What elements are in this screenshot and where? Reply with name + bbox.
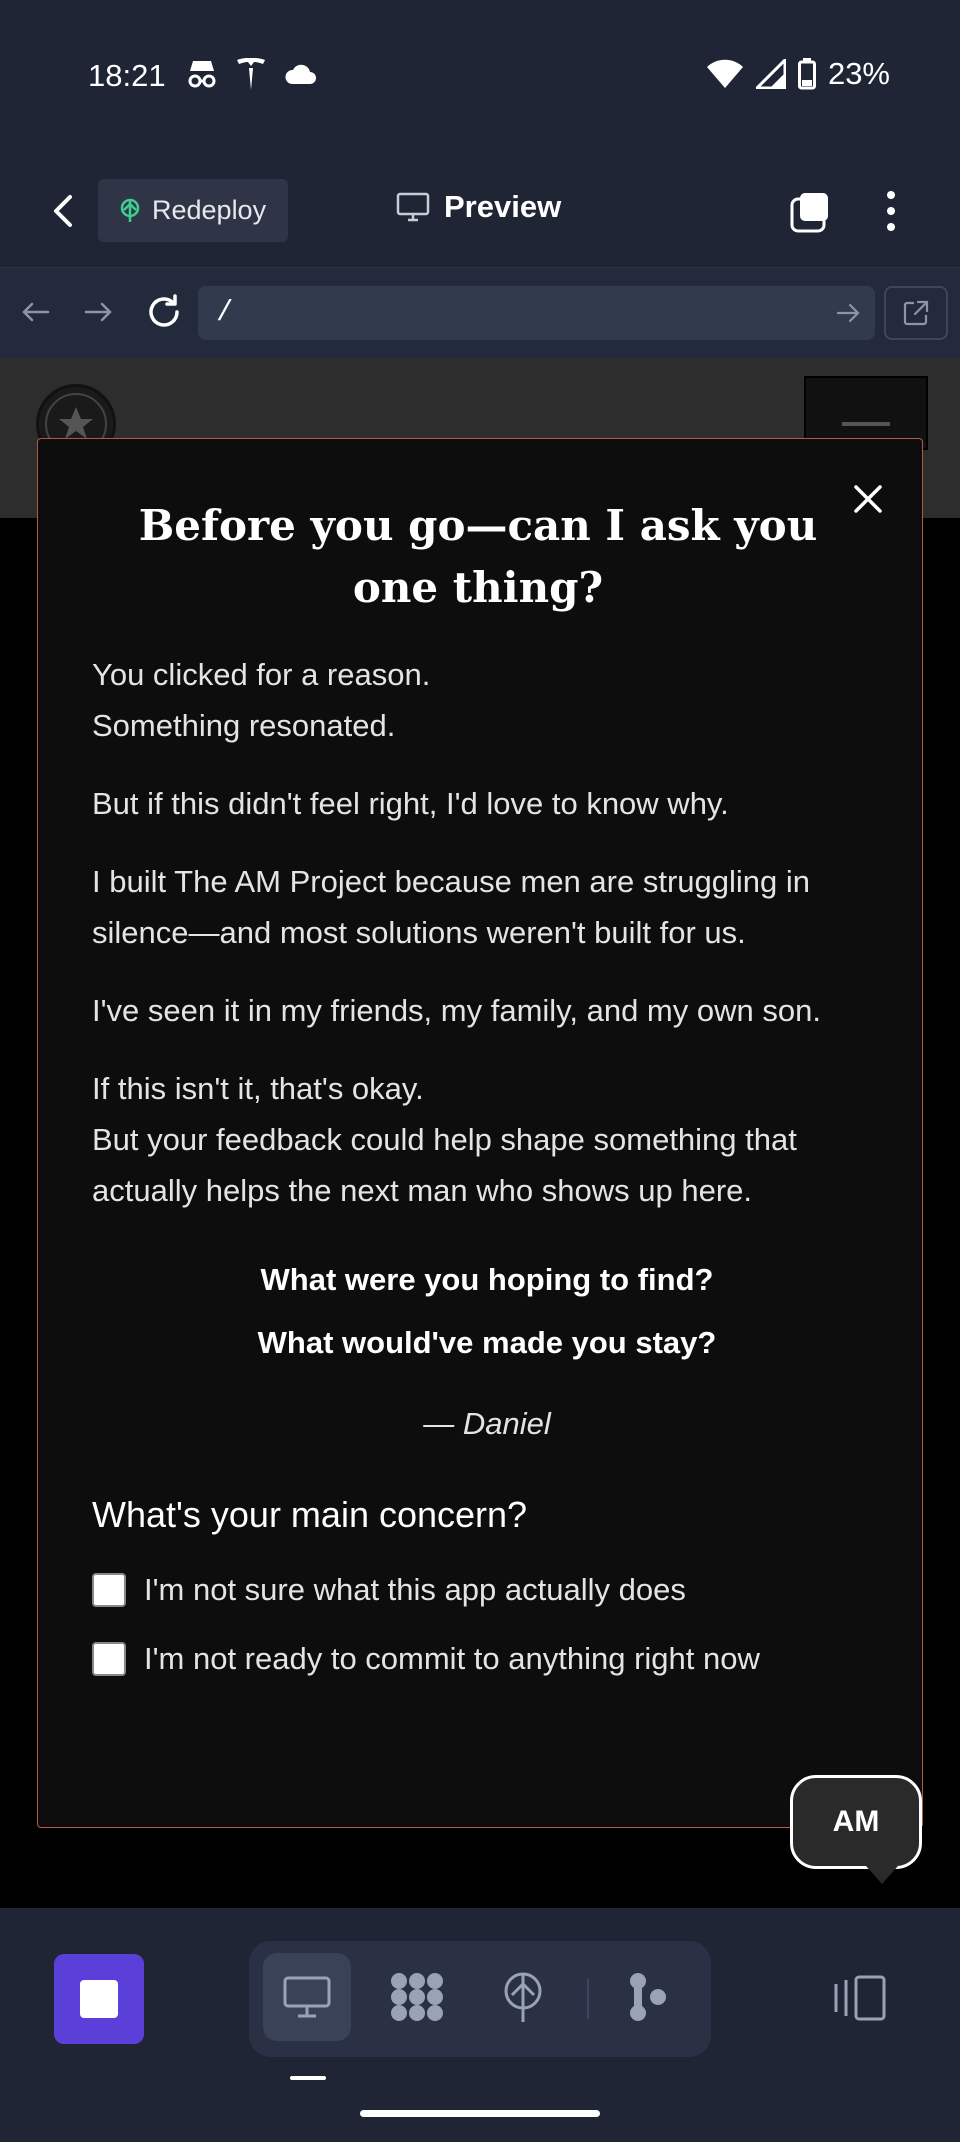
nav-forward-icon[interactable]: [80, 294, 116, 330]
deploy-icon: [504, 1972, 542, 2022]
chat-bubble-tail: [866, 1866, 898, 1884]
tool-group: [249, 1941, 711, 2057]
external-link-icon: [903, 300, 929, 326]
home-indicator[interactable]: [360, 2110, 600, 2117]
concern-option[interactable]: I'm not ready to commit to anything righ…: [92, 1633, 882, 1684]
status-time: 18:21: [88, 58, 166, 93]
more-options-icon[interactable]: [874, 187, 908, 235]
redeploy-button[interactable]: Redeploy: [98, 179, 288, 242]
git-tool-button[interactable]: [604, 1953, 692, 2041]
tabs-icon[interactable]: [790, 191, 830, 233]
checkbox[interactable]: [92, 1572, 126, 1607]
preview-label: Preview: [444, 189, 562, 224]
branch-icon: [630, 1973, 666, 2021]
nav-back-icon[interactable]: [18, 294, 54, 330]
redeploy-label: Redeploy: [152, 195, 267, 225]
paragraph-line: You clicked for a reason.: [92, 657, 431, 692]
menu-bar-icon: [842, 422, 890, 426]
signature: — Daniel: [423, 1406, 551, 1441]
chat-bubble-label: AM: [832, 1805, 880, 1838]
feedback-modal: Before you go—can I ask you one thing? Y…: [37, 438, 923, 1828]
modal-title: Before you go—can I ask you one thing?: [138, 501, 818, 612]
status-icons-right: 23%: [706, 56, 890, 92]
checkbox[interactable]: [92, 1641, 126, 1676]
paragraph: If this isn't it, that's okay. But your f…: [92, 1063, 882, 1216]
paragraph-line: If this isn't it, that's okay.: [92, 1071, 424, 1106]
open-external-button[interactable]: [884, 286, 948, 340]
question-1: What were you hoping to find?: [260, 1262, 714, 1297]
cloud-icon: [285, 64, 316, 84]
stop-button[interactable]: [54, 1954, 144, 2044]
battery-percentage: 23%: [827, 56, 890, 91]
wifi-icon: [706, 59, 743, 88]
tool-separator: [587, 1979, 589, 2019]
question-2: What would've made you stay?: [257, 1325, 717, 1360]
paragraph: You clicked for a reason. Something reson…: [92, 649, 882, 751]
status-icons-left: [186, 58, 316, 90]
deploy-tool-button[interactable]: [479, 1953, 567, 2041]
signal-icon: [755, 59, 786, 89]
active-tab-indicator: [290, 2076, 326, 2080]
concern-option[interactable]: I'm not sure what this app actually does: [92, 1564, 882, 1615]
paragraph: I've seen it in my friends, my family, a…: [92, 993, 821, 1028]
option-label: I'm not ready to commit to anything righ…: [144, 1641, 760, 1676]
paragraph: I built The AM Project because men are s…: [92, 864, 810, 950]
modal-body: You clicked for a reason. Something reson…: [92, 649, 882, 1684]
chat-bubble-button[interactable]: AM: [790, 1775, 922, 1869]
url-bar-row: /: [0, 268, 960, 358]
monitor-icon: [283, 1976, 331, 2018]
app-toolbar: Redeploy Preview: [0, 155, 960, 268]
redeploy-icon: [120, 198, 140, 222]
url-input[interactable]: /: [198, 286, 875, 340]
paragraph-line: Something resonated.: [92, 708, 396, 743]
bottom-bar: [0, 1908, 960, 2142]
reload-icon[interactable]: [144, 292, 184, 332]
option-label: I'm not sure what this app actually does: [144, 1572, 686, 1607]
incognito-icon: [188, 61, 216, 88]
monitor-icon: [396, 192, 430, 222]
preview-title: Preview: [396, 189, 561, 225]
paragraph-line: But your feedback could help shape somet…: [92, 1122, 797, 1208]
paragraph: But if this didn't feel right, I'd love …: [92, 786, 729, 821]
concern-title: What's your main concern?: [92, 1494, 528, 1535]
url-text: /: [216, 296, 234, 329]
battery-icon: [797, 58, 816, 90]
stop-icon: [80, 1980, 118, 2018]
back-icon[interactable]: [44, 191, 84, 231]
close-icon[interactable]: [846, 477, 890, 521]
preview-tool-button[interactable]: [263, 1953, 351, 2041]
apps-tool-button[interactable]: [373, 1953, 461, 2041]
go-arrow-icon[interactable]: [835, 300, 861, 326]
tesla-icon: [237, 58, 265, 90]
grid-dots-icon: [391, 1973, 443, 2021]
device-toggle-icon[interactable]: [832, 1974, 888, 2022]
status-bar: 18:21 23%: [0, 0, 960, 155]
